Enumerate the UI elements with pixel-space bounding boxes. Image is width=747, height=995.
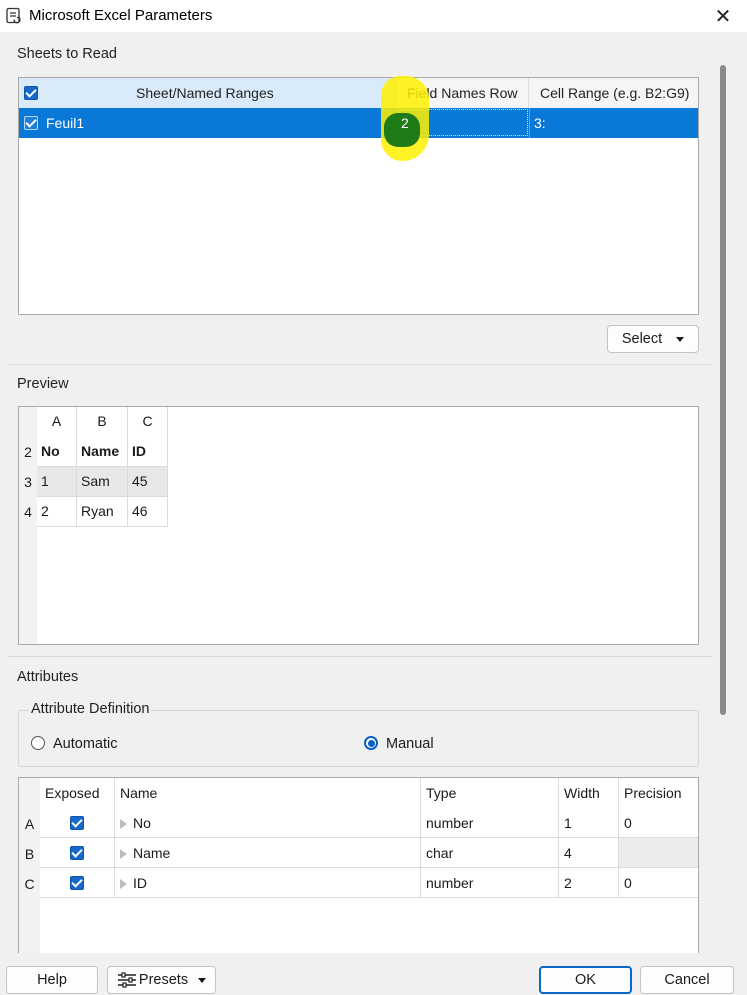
exposed-cell[interactable]: [40, 868, 115, 898]
attribute-precision-cell[interactable]: 0: [619, 808, 698, 838]
select-all-checkbox[interactable]: [24, 85, 38, 100]
sheets-section-title: Sheets to Read: [17, 46, 117, 62]
sheet-name: Feuil1: [46, 115, 85, 131]
exposed-column-header[interactable]: Exposed: [40, 778, 115, 808]
attribute-name: ID: [133, 875, 147, 891]
precision-column-header[interactable]: Precision: [619, 778, 698, 808]
exposed-checkbox[interactable]: [70, 875, 84, 890]
chevron-down-icon: [676, 336, 685, 342]
sheet-row[interactable]: Feuil1 2 3:: [19, 108, 698, 138]
cancel-label: Cancel: [664, 972, 710, 988]
chevron-down-icon: [198, 977, 207, 983]
attribute-type-cell[interactable]: char: [421, 838, 559, 868]
preview-col-header: A: [37, 407, 77, 437]
ok-label: OK: [575, 972, 596, 988]
presets-dropdown-button[interactable]: Presets: [107, 966, 216, 994]
preview-cell: No: [37, 437, 77, 467]
attribute-type-cell[interactable]: number: [421, 868, 559, 898]
preview-cell: Ryan: [77, 497, 128, 527]
attribute-definition-group: [18, 710, 699, 767]
preview-cell: 45: [128, 467, 168, 497]
exposed-cell[interactable]: [40, 838, 115, 868]
preview-row-number: 4: [24, 504, 32, 520]
preview-cell: Sam: [77, 467, 128, 497]
attribute-name: Name: [133, 845, 171, 861]
expand-triangle-icon[interactable]: [120, 879, 127, 890]
attribute-row-letter: B: [24, 846, 35, 862]
expand-triangle-icon[interactable]: [120, 819, 127, 830]
preview-cell: Name: [77, 437, 128, 467]
exposed-cell[interactable]: [40, 808, 115, 838]
preview-table: A B C 2 No Name ID 3 1 Sam 45 4 2 Ryan 4…: [18, 406, 699, 645]
preview-row-number: 3: [24, 474, 32, 490]
presets-label: Presets: [138, 972, 189, 988]
preview-col-header: C: [128, 407, 168, 437]
preview-col-header: B: [77, 407, 128, 437]
help-label: Help: [37, 972, 67, 988]
name-column-header[interactable]: Name: [115, 778, 421, 808]
attribute-precision-cell: [619, 838, 698, 868]
attribute-name: No: [133, 815, 151, 831]
sheet-row-checkbox[interactable]: [24, 115, 38, 130]
sliders-icon: [117, 972, 136, 988]
window-title: Microsoft Excel Parameters: [29, 7, 213, 24]
scrollbar-thumb[interactable]: [720, 65, 726, 715]
exposed-checkbox[interactable]: [70, 815, 84, 830]
close-icon: ✕: [714, 5, 732, 28]
cell-range-value[interactable]: 3:: [534, 108, 546, 138]
expand-triangle-icon[interactable]: [120, 849, 127, 860]
select-label: Select: [621, 331, 663, 347]
type-column-header[interactable]: Type: [421, 778, 559, 808]
preview-row-number: 2: [24, 444, 32, 460]
preview-cell: ID: [128, 437, 168, 467]
manual-label[interactable]: Manual: [386, 736, 434, 752]
field-names-row-value-overlay: 2: [401, 115, 409, 131]
attribute-row-letter: C: [24, 876, 35, 892]
sheet-column-header[interactable]: Sheet/Named Ranges: [19, 78, 397, 108]
exposed-checkbox[interactable]: [70, 845, 84, 860]
excel-reader-icon: [6, 7, 21, 24]
automatic-label[interactable]: Automatic: [53, 736, 117, 752]
preview-section-title: Preview: [17, 376, 69, 392]
attribute-type-cell[interactable]: number: [421, 808, 559, 838]
automatic-radio[interactable]: [31, 736, 45, 750]
attribute-precision-cell[interactable]: 0: [619, 868, 698, 898]
cancel-button[interactable]: Cancel: [640, 966, 734, 994]
attribute-width-cell[interactable]: 2: [559, 868, 619, 898]
width-column-header[interactable]: Width: [559, 778, 619, 808]
select-dropdown-button[interactable]: Select: [607, 325, 699, 353]
attribute-row-letter: A: [24, 816, 35, 832]
preview-cell: 1: [37, 467, 77, 497]
manual-radio[interactable]: [364, 736, 378, 750]
attributes-table: Exposed Name Type Width Precision A No n…: [18, 777, 699, 954]
cell-range-label: Cell Range (e.g. B2:G9): [540, 85, 690, 101]
ok-button[interactable]: OK: [539, 966, 632, 994]
help-button[interactable]: Help: [6, 966, 98, 994]
cell-range-header[interactable]: Cell Range (e.g. B2:G9): [529, 78, 698, 108]
sheets-table: Sheet/Named Ranges Field Names Row Cell …: [18, 77, 699, 315]
sheet-column-label: Sheet/Named Ranges: [136, 85, 274, 101]
attribute-width-cell[interactable]: 1: [559, 808, 619, 838]
attribute-width-cell[interactable]: 4: [559, 838, 619, 868]
attribute-name-cell[interactable]: No: [115, 808, 421, 838]
attributes-section-title: Attributes: [17, 669, 79, 685]
attribute-name-cell[interactable]: ID: [115, 868, 421, 898]
close-button[interactable]: ✕: [708, 2, 738, 30]
preview-cell: 2: [37, 497, 77, 527]
preview-cell: 46: [128, 497, 168, 527]
attribute-name-cell[interactable]: Name: [115, 838, 421, 868]
attribute-definition-title: Attribute Definition: [29, 701, 152, 717]
